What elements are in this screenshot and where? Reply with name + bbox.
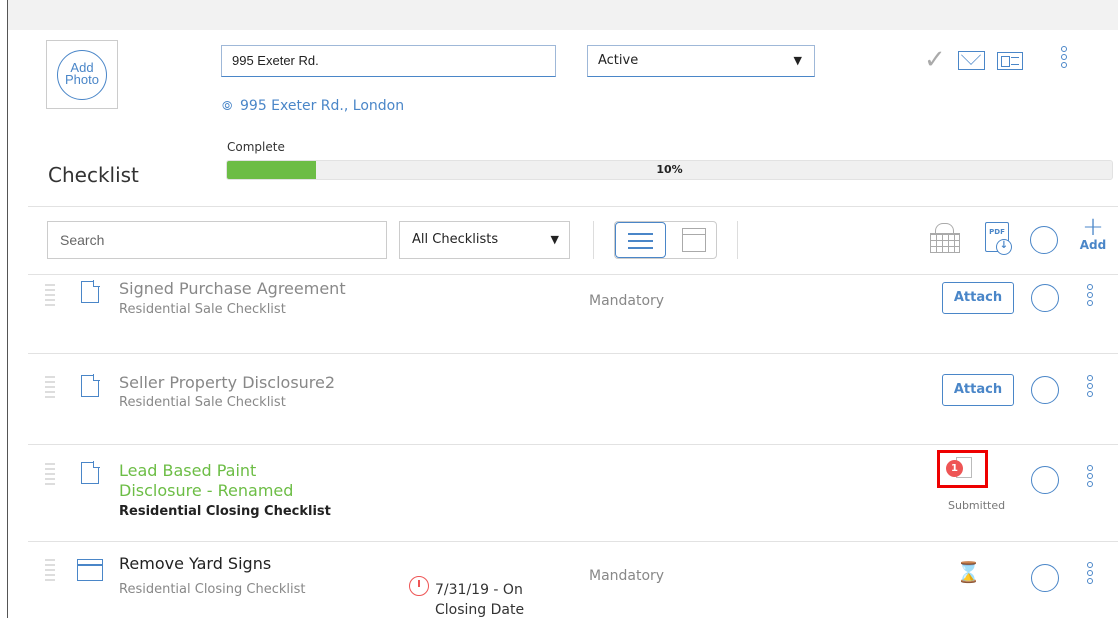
map-pin-icon: ⦾ (222, 99, 233, 114)
complete-circle-icon[interactable] (1031, 284, 1059, 312)
row-title-line-2: Disclosure - Renamed (119, 481, 294, 500)
due-date-line-2: Closing Date (435, 602, 525, 618)
toolbar-separator (737, 221, 738, 259)
checklist-row[interactable]: Seller Property Disclosure2 Residential … (28, 354, 1118, 444)
complete-circle-icon[interactable] (1031, 466, 1059, 494)
checklist-row[interactable]: Lead Based Paint Disclosure - Renamed Re… (28, 445, 1118, 541)
complete-circle-icon[interactable] (1031, 376, 1059, 404)
row-subtitle: Residential Closing Checklist (119, 504, 331, 519)
progress-percent: 10% (656, 163, 683, 176)
status-select-value: Active (598, 53, 639, 68)
checklist-row[interactable]: Signed Purchase Agreement Residential Sa… (28, 275, 1118, 353)
progress-label: Complete (227, 140, 285, 154)
top-bar (7, 0, 1118, 30)
filter-select-value: All Checklists (412, 232, 499, 247)
document-icon (81, 461, 100, 484)
row-title-line-1: Lead Based Paint (119, 461, 257, 480)
basket-icon[interactable] (928, 223, 962, 257)
add-photo-icon: Add Photo (57, 50, 107, 100)
row-subtitle: Residential Sale Checklist (119, 395, 286, 410)
row-title: Seller Property Disclosure2 (119, 373, 336, 392)
mail-icon[interactable] (958, 51, 985, 70)
location-text: 995 Exeter Rd., London (240, 98, 405, 114)
search-input[interactable]: Search (47, 221, 387, 259)
checklist-row[interactable]: Remove Yard Signs Residential Closing Ch… (28, 542, 1118, 618)
pdf-download-icon[interactable]: PDF (985, 222, 1012, 255)
drag-handle-icon[interactable] (45, 376, 55, 401)
contact-card-icon[interactable] (997, 52, 1023, 70)
more-options-icon[interactable] (1061, 46, 1069, 72)
check-icon[interactable]: ✓ (924, 45, 946, 75)
notification-badge: 1 (946, 460, 963, 477)
caret-down-icon: ▼ (550, 233, 559, 246)
divider (28, 206, 1118, 207)
status-select[interactable]: Active ▼ (587, 45, 815, 77)
drag-handle-icon[interactable] (45, 559, 55, 584)
add-button[interactable]: + Add (1078, 212, 1108, 252)
document-icon (81, 374, 100, 397)
clock-icon (409, 576, 429, 596)
row-subtitle: Residential Closing Checklist (119, 582, 306, 597)
caret-down-icon: ▼ (793, 54, 802, 67)
row-title: Remove Yard Signs (119, 554, 272, 573)
row-title: Signed Purchase Agreement (119, 279, 346, 298)
checklist-filter-select[interactable]: All Checklists ▼ (399, 221, 570, 259)
calendar-view-icon[interactable] (682, 228, 706, 252)
due-date: 7/31/19 - On Closing Date (435, 580, 575, 618)
list-view-button[interactable] (615, 222, 666, 258)
progress-bar: 10% (226, 160, 1113, 180)
status-label: Submitted (948, 499, 1006, 512)
address-input[interactable]: 995 Exeter Rd. (221, 45, 556, 77)
complete-all-circle-icon[interactable] (1030, 226, 1058, 254)
location-link[interactable]: ⦾ 995 Exeter Rd., London (222, 98, 404, 114)
more-options-icon[interactable] (1087, 284, 1095, 310)
attach-button[interactable]: Attach (942, 282, 1014, 314)
complete-circle-icon[interactable] (1031, 564, 1059, 592)
more-options-icon[interactable] (1087, 375, 1095, 401)
row-subtitle: Residential Sale Checklist (119, 302, 286, 317)
section-title: Checklist (48, 163, 139, 187)
plus-icon: + (1082, 212, 1104, 242)
add-label: Add (1079, 238, 1107, 252)
attach-button[interactable]: Attach (942, 374, 1014, 406)
requirement-label: Mandatory (589, 568, 665, 584)
drag-handle-icon[interactable] (45, 284, 55, 309)
more-options-icon[interactable] (1087, 465, 1095, 491)
add-photo-label-2: Photo (65, 72, 99, 87)
view-toggle (614, 221, 717, 259)
document-icon (81, 280, 100, 303)
calendar-task-icon (77, 559, 103, 581)
more-options-icon[interactable] (1087, 562, 1095, 588)
add-photo-button[interactable]: Add Photo (46, 40, 118, 109)
toolbar-separator (593, 221, 594, 259)
hourglass-icon: ⌛ (956, 560, 981, 584)
app-frame: Add Photo 995 Exeter Rd. Active ▼ ⦾ 995 E… (0, 0, 1118, 618)
drag-handle-icon[interactable] (45, 463, 55, 488)
submission-indicator[interactable]: 1 (937, 450, 988, 488)
detail-panel: Add Photo 995 Exeter Rd. Active ▼ ⦾ 995 E… (7, 30, 1118, 618)
due-date-line-1: 7/31/19 - On (435, 582, 523, 598)
requirement-label: Mandatory (589, 293, 665, 309)
